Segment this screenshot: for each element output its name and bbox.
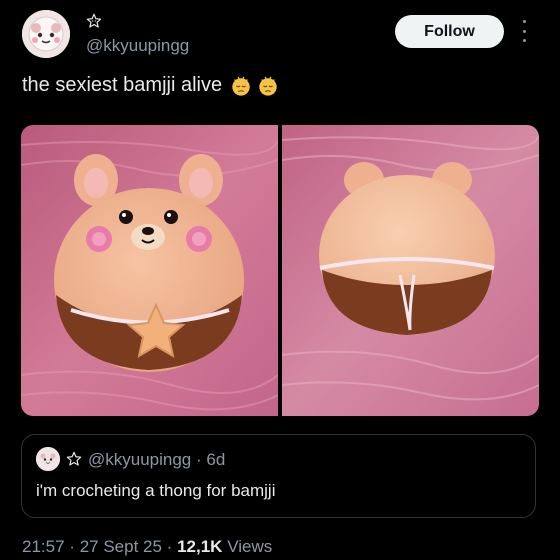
quoted-author-avatar[interactable] bbox=[36, 447, 60, 471]
quoted-handle[interactable]: @kkyuupingg bbox=[88, 450, 191, 469]
media-photo-back[interactable] bbox=[282, 125, 539, 416]
tweet-text-row: the sexiest bamjji alive bbox=[22, 74, 279, 97]
quoted-text: i'm crocheting a thong for bamjji bbox=[36, 481, 276, 500]
star-outline-icon bbox=[66, 451, 82, 466]
tweet-text: the sexiest bamjji alive bbox=[22, 74, 223, 96]
quoted-tweet[interactable]: @kkyuupingg · 6d i'm crocheting a thong … bbox=[21, 434, 536, 518]
star-outline-icon bbox=[86, 13, 102, 28]
sad-face-emoji bbox=[259, 76, 277, 96]
follow-button[interactable]: Follow bbox=[395, 15, 504, 48]
author-avatar[interactable] bbox=[22, 10, 70, 58]
tweet-meta: 21:57 · 27 Sept 25 · 12,1K Views bbox=[22, 537, 272, 557]
meta-separator: · bbox=[166, 537, 173, 556]
plush-back-photo bbox=[282, 125, 539, 416]
avatar-image bbox=[22, 10, 70, 58]
author-handle[interactable]: @kkyuupingg bbox=[86, 36, 189, 56]
avatar-image bbox=[36, 447, 60, 471]
sad-face-emoji bbox=[232, 76, 250, 96]
views-count: 12,1K bbox=[177, 537, 223, 556]
tweet-date[interactable]: 27 Sept 25 bbox=[80, 537, 162, 556]
quoted-handle-row: @kkyuupingg · 6d bbox=[88, 450, 225, 470]
quoted-separator: · bbox=[196, 450, 202, 469]
media-photo-front[interactable] bbox=[21, 125, 278, 416]
quoted-age[interactable]: 6d bbox=[206, 450, 225, 469]
plush-front-photo bbox=[21, 125, 278, 416]
vertical-dots-icon[interactable] bbox=[518, 20, 530, 42]
tweet-time[interactable]: 21:57 bbox=[22, 537, 65, 556]
views-label: Views bbox=[227, 537, 273, 556]
meta-separator: · bbox=[69, 537, 75, 556]
